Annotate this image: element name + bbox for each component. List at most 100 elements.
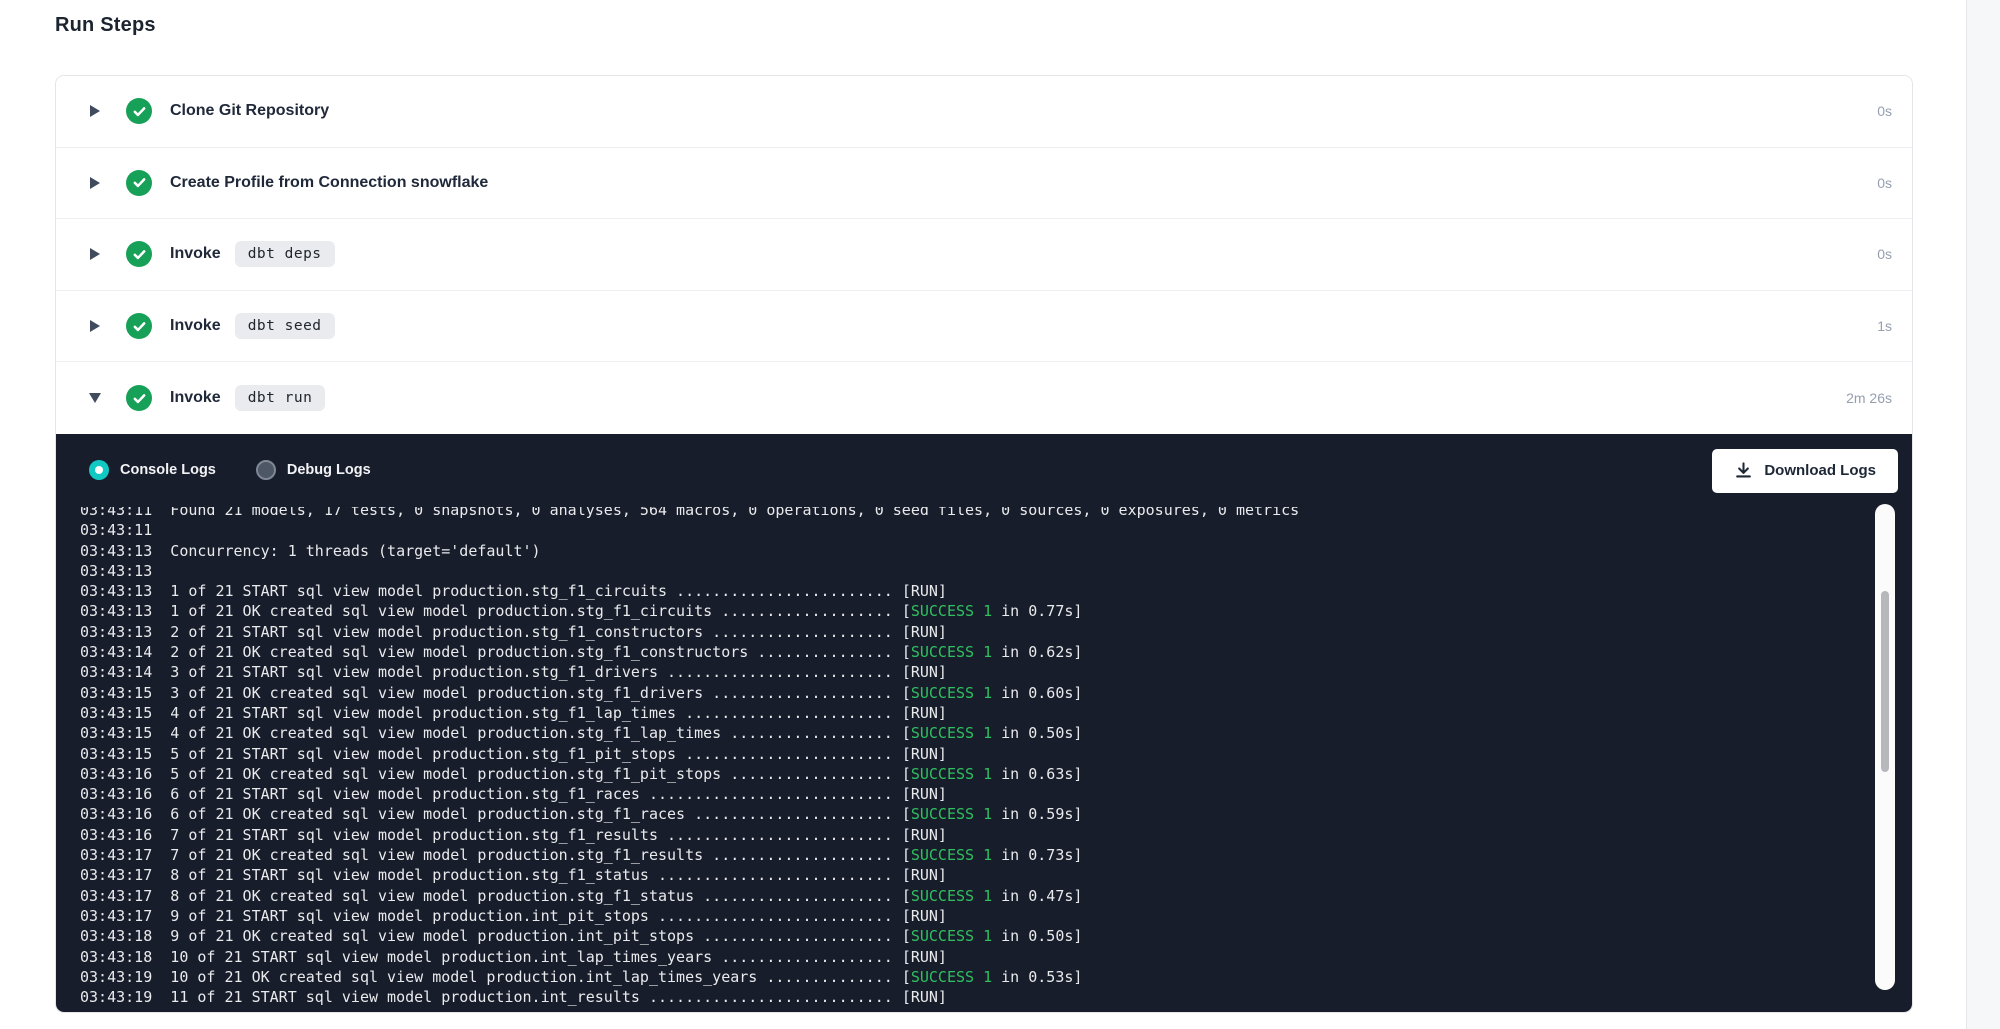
log-line: 03:43:16 5 of 21 OK created sql view mod… <box>80 764 1856 784</box>
log-success-text: SUCCESS 1 <box>911 927 992 945</box>
debug-logs-radio[interactable]: Debug Logs <box>256 460 371 480</box>
log-message: 7 of 21 OK created sql view model produc… <box>152 846 902 864</box>
step-command-badge: dbt run <box>235 385 326 411</box>
log-line: 03:43:18 10 of 21 START sql view model p… <box>80 947 1856 967</box>
step-label: Invoke <box>170 245 221 263</box>
log-message: Found 21 models, 17 tests, 0 snapshots, … <box>152 507 1299 519</box>
log-line: 03:43:17 8 of 21 OK created sql view mod… <box>80 886 1856 906</box>
log-line: 03:43:18 9 of 21 OK created sql view mod… <box>80 926 1856 946</box>
log-line: 03:43:16 7 of 21 START sql view model pr… <box>80 825 1856 845</box>
step-label: Invoke <box>170 389 221 407</box>
log-line: 03:43:13 1 of 21 START sql view model pr… <box>80 581 1856 601</box>
log-message: 1 of 21 START sql view model production.… <box>152 582 902 600</box>
console-logs-radio[interactable]: Console Logs <box>89 460 216 480</box>
success-check-icon <box>126 241 152 267</box>
console-header: Console Logs Debug Logs Download Logs <box>56 434 1912 507</box>
step-row[interactable]: Create Profile from Connection snowflake… <box>56 148 1912 220</box>
log-timestamp: 03:43:13 <box>80 602 152 620</box>
log-line: 03:43:15 3 of 21 OK created sql view mod… <box>80 683 1856 703</box>
run-steps-list: Clone Git Repository0sCreate Profile fro… <box>56 76 1912 434</box>
log-success-text: SUCCESS 1 <box>911 887 992 905</box>
log-message: 3 of 21 START sql view model production.… <box>152 663 902 681</box>
caret-right-icon[interactable] <box>88 248 102 260</box>
log-timestamp: 03:43:18 <box>80 927 152 945</box>
log-message: 5 of 21 START sql view model production.… <box>152 745 902 763</box>
log-timestamp: 03:43:19 <box>80 988 152 1006</box>
log-line: 03:43:13 Concurrency: 1 threads (target=… <box>80 541 1856 561</box>
log-message: Concurrency: 1 threads (target='default'… <box>152 542 540 560</box>
debug-logs-label: Debug Logs <box>287 462 371 478</box>
log-timestamp: 03:43:17 <box>80 907 152 925</box>
log-message: 6 of 21 START sql view model production.… <box>152 785 902 803</box>
console-log-viewport[interactable]: 03:43:11 Found 21 models, 17 tests, 0 sn… <box>80 507 1856 1008</box>
success-check-icon <box>126 98 152 124</box>
log-success-text: SUCCESS 1 <box>911 765 992 783</box>
download-logs-button[interactable]: Download Logs <box>1712 449 1898 493</box>
run-steps-page: Run Steps Clone Git Repository0sCreate P… <box>0 0 2000 1029</box>
log-line: 03:43:17 8 of 21 START sql view model pr… <box>80 865 1856 885</box>
log-message: 6 of 21 OK created sql view model produc… <box>152 805 902 823</box>
log-scrollbar-thumb[interactable] <box>1881 591 1889 772</box>
log-message: 2 of 21 START sql view model production.… <box>152 623 902 641</box>
log-line: 03:43:17 9 of 21 START sql view model pr… <box>80 906 1856 926</box>
log-timestamp: 03:43:11 <box>80 507 152 519</box>
success-check-icon <box>126 313 152 339</box>
log-line: 03:43:15 4 of 21 OK created sql view mod… <box>80 723 1856 743</box>
caret-right-icon[interactable] <box>88 320 102 332</box>
success-check-icon <box>126 385 152 411</box>
log-scrollbar-track[interactable] <box>1875 504 1895 990</box>
log-line: 03:43:19 11 of 21 START sql view model p… <box>80 987 1856 1007</box>
step-duration: 0s <box>1877 246 1892 262</box>
console-logs-label: Console Logs <box>120 462 216 478</box>
log-timestamp: 03:43:17 <box>80 887 152 905</box>
log-message: 2 of 21 OK created sql view model produc… <box>152 643 902 661</box>
log-line: 03:43:14 2 of 21 OK created sql view mod… <box>80 642 1856 662</box>
step-row[interactable]: Invokedbt seed1s <box>56 291 1912 363</box>
log-success-text: SUCCESS 1 <box>911 724 992 742</box>
log-timestamp: 03:43:15 <box>80 745 152 763</box>
page-right-gutter <box>1966 0 2000 1029</box>
log-message: 11 of 21 START sql view model production… <box>152 988 902 1006</box>
step-label: Clone Git Repository <box>170 102 329 120</box>
log-message: 7 of 21 START sql view model production.… <box>152 826 902 844</box>
success-check-icon <box>126 170 152 196</box>
log-timestamp: 03:43:13 <box>80 542 152 560</box>
log-line: 03:43:13 2 of 21 START sql view model pr… <box>80 622 1856 642</box>
log-message: 10 of 21 OK created sql view model produ… <box>152 968 902 986</box>
log-success-text: SUCCESS 1 <box>911 684 992 702</box>
caret-right-icon[interactable] <box>88 105 102 117</box>
log-timestamp: 03:43:14 <box>80 663 152 681</box>
radio-unselected-icon[interactable] <box>256 460 276 480</box>
step-row[interactable]: Invokedbt deps0s <box>56 219 1912 291</box>
log-timestamp: 03:43:14 <box>80 643 152 661</box>
step-duration: 1s <box>1877 318 1892 334</box>
log-success-text: SUCCESS 1 <box>911 602 992 620</box>
log-line: 03:43:11 Found 21 models, 17 tests, 0 sn… <box>80 507 1856 520</box>
log-message <box>152 562 170 580</box>
radio-selected-icon[interactable] <box>89 460 109 480</box>
log-timestamp: 03:43:13 <box>80 623 152 641</box>
step-row[interactable]: Clone Git Repository0s <box>56 76 1912 148</box>
log-timestamp: 03:43:11 <box>80 521 152 539</box>
step-duration: 2m 26s <box>1846 390 1892 406</box>
caret-down-icon[interactable] <box>88 393 102 403</box>
step-command-badge: dbt seed <box>235 313 335 339</box>
log-line: 03:43:17 7 of 21 OK created sql view mod… <box>80 845 1856 865</box>
log-line: 03:43:13 1 of 21 OK created sql view mod… <box>80 601 1856 621</box>
log-timestamp: 03:43:18 <box>80 948 152 966</box>
log-timestamp: 03:43:16 <box>80 765 152 783</box>
log-timestamp: 03:43:13 <box>80 582 152 600</box>
download-logs-label: Download Logs <box>1764 462 1876 479</box>
log-timestamp: 03:43:16 <box>80 805 152 823</box>
log-success-text: SUCCESS 1 <box>911 968 992 986</box>
page-title: Run Steps <box>55 14 156 37</box>
download-icon <box>1734 461 1753 480</box>
caret-right-icon[interactable] <box>88 177 102 189</box>
step-duration: 0s <box>1877 175 1892 191</box>
log-line: 03:43:14 3 of 21 START sql view model pr… <box>80 662 1856 682</box>
log-message: 4 of 21 OK created sql view model produc… <box>152 724 902 742</box>
step-row[interactable]: Invoke dbt run 2m 26s <box>56 362 1912 434</box>
log-timestamp: 03:43:15 <box>80 724 152 742</box>
log-timestamp: 03:43:16 <box>80 826 152 844</box>
log-timestamp: 03:43:15 <box>80 684 152 702</box>
